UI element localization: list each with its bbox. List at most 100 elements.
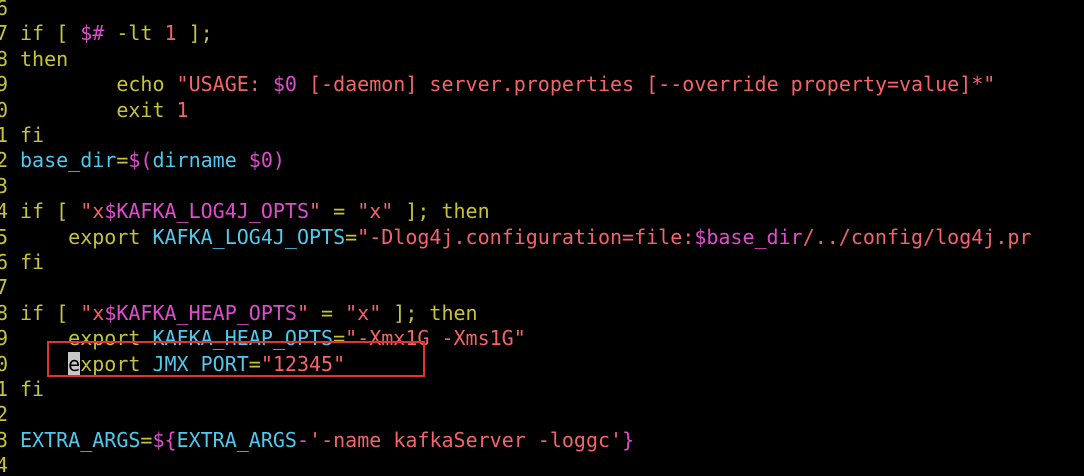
- code-line[interactable]: 4 if [ "x$KAFKA_LOG4J_OPTS" = "x" ]; then: [0, 199, 1084, 224]
- line-number: 8: [0, 46, 8, 71]
- code-token: ]; then: [393, 199, 490, 224]
- code-token: fi: [20, 123, 45, 147]
- line-number: 2: [0, 402, 8, 427]
- code-line[interactable]: 4: [0, 453, 1084, 476]
- code-token: base_dir: [20, 148, 117, 173]
- code-token: =: [248, 351, 261, 376]
- code-token: ]; then: [381, 300, 478, 325]
- code-line[interactable]: 0 export JMX_PORT="12345": [0, 351, 1084, 377]
- code-token: $KAFKA_LOG4J_OPTS: [104, 199, 310, 224]
- code-line[interactable]: 8 then: [0, 47, 1084, 72]
- code-token: 1: [176, 97, 189, 122]
- code-token: if [: [20, 21, 81, 46]
- code-token: =: [140, 427, 153, 452]
- code-token: ];: [176, 21, 213, 46]
- code-token: $0: [248, 148, 273, 173]
- code-line[interactable]: 0 exit 1: [0, 98, 1084, 123]
- code-text: export KAFKA_HEAP_OPTS="-Xmx1G -Xms1G": [20, 326, 526, 351]
- line-number: 3: [0, 427, 8, 452]
- line-number: 6: [0, 250, 8, 274]
- code-token: EXTRA_ARGS: [176, 427, 297, 452]
- code-token: -: [296, 427, 310, 452]
- code-line[interactable]: 9 echo "USAGE: $0 [-daemon] server.prope…: [0, 72, 1084, 97]
- code-token: =: [333, 326, 346, 351]
- code-line[interactable]: 5 export KAFKA_LOG4J_OPTS="-Dlog4j.confi…: [0, 225, 1084, 250]
- code-line[interactable]: 1 fi: [0, 377, 1084, 402]
- code-token: "x": [357, 199, 394, 224]
- code-token: '-name kafkaServer -loggc': [309, 427, 623, 452]
- code-token: if [: [20, 300, 81, 325]
- code-token: dirname: [152, 148, 249, 173]
- code-line[interactable]: 3 EXTRA_ARGS=${EXTRA_ARGS-'-name kafkaSer…: [0, 428, 1084, 453]
- code-text: echo "USAGE: $0 [-daemon] server.propert…: [20, 72, 995, 97]
- code-line[interactable]: 2: [0, 402, 1084, 427]
- code-token: $base_dir: [694, 224, 803, 249]
- code-line[interactable]: 2 base_dir=$(dirname $0): [0, 148, 1084, 173]
- code-token: "x: [80, 300, 105, 325]
- code-text: export JMX_PORT="12345": [20, 351, 346, 377]
- code-token: then: [20, 46, 69, 71]
- code-token: "x": [345, 300, 382, 325]
- code-token: EXTRA_ARGS: [20, 427, 141, 452]
- line-number: 1: [0, 377, 8, 401]
- code-text: base_dir=$(dirname $0): [20, 148, 285, 173]
- code-token: fi: [20, 377, 45, 401]
- code-line[interactable]: 6: [0, 0, 1084, 21]
- code-token: =: [309, 300, 346, 325]
- line-number: 7: [0, 275, 8, 300]
- line-number: 7: [0, 21, 8, 46]
- line-number: 0: [0, 351, 8, 376]
- line-number: 1: [0, 123, 8, 147]
- code-token: if [: [20, 199, 81, 224]
- code-text: export KAFKA_LOG4J_OPTS="-Dlog4j.configu…: [20, 225, 1031, 250]
- code-token: $0: [272, 72, 297, 97]
- code-token: ": [309, 199, 322, 224]
- line-number: 5: [0, 224, 8, 249]
- code-line[interactable]: 7: [0, 275, 1084, 300]
- line-number: 8: [0, 300, 8, 325]
- code-text: fi: [20, 377, 44, 402]
- line-number: 6: [0, 0, 8, 20]
- line-number: 0: [0, 97, 8, 122]
- code-token: exit: [20, 97, 177, 122]
- code-token: KAFKA_HEAP_OPTS: [152, 326, 334, 351]
- code-token: echo: [20, 72, 177, 97]
- code-token: "-Xmx1G -Xms1G": [345, 326, 526, 351]
- code-line[interactable]: 6 fi: [0, 250, 1084, 275]
- code-line[interactable]: 8 if [ "x$KAFKA_HEAP_OPTS" = "x" ]; then: [0, 301, 1084, 326]
- code-token: 1: [164, 21, 177, 46]
- code-text: then: [20, 47, 68, 72]
- code-token: "x: [80, 199, 105, 224]
- code-line[interactable]: 7 if [ $# -lt 1 ];: [0, 21, 1084, 46]
- text-cursor: e: [68, 351, 81, 376]
- code-token: fi: [20, 250, 45, 274]
- code-token: KAFKA_LOG4J_OPTS: [152, 224, 346, 249]
- line-number: 2: [0, 148, 8, 173]
- code-token: ": [296, 300, 310, 325]
- line-number: 9: [0, 326, 8, 351]
- code-token: $KAFKA_HEAP_OPTS: [104, 300, 297, 325]
- code-text: exit 1: [20, 97, 189, 123]
- code-token: $(: [128, 148, 153, 173]
- code-text: if [ "x$KAFKA_HEAP_OPTS" = "x" ]; then: [20, 301, 478, 326]
- code-token: "-Dlog4j.configuration=file:: [357, 224, 695, 249]
- code-token: $#: [80, 21, 105, 46]
- code-line[interactable]: 9 export KAFKA_HEAP_OPTS="-Xmx1G -Xms1G": [0, 326, 1084, 351]
- terminal-editor[interactable]: 6 7 if [ $# -lt 1 ]; 8 then 9 echo "USAGE: $0…: [0, 0, 1084, 476]
- code-token: -lt: [104, 21, 165, 46]
- code-text: if [ "x$KAFKA_LOG4J_OPTS" = "x" ]; then: [20, 199, 490, 224]
- code-line[interactable]: 1 fi: [0, 123, 1084, 148]
- code-token: ${: [152, 427, 177, 452]
- code-token: }: [622, 427, 635, 452]
- line-number: 4: [0, 453, 8, 476]
- line-number: 3: [0, 173, 8, 198]
- code-token: =: [321, 199, 358, 224]
- line-number: 9: [0, 72, 8, 97]
- code-token: =: [345, 224, 358, 249]
- code-line[interactable]: 3: [0, 174, 1084, 199]
- code-token: "USAGE:: [176, 72, 273, 97]
- code-token: =: [116, 148, 129, 173]
- code-token: /../config/log4j.pr: [802, 224, 1032, 249]
- line-number: 4: [0, 199, 8, 224]
- code-token: "12345": [260, 351, 346, 376]
